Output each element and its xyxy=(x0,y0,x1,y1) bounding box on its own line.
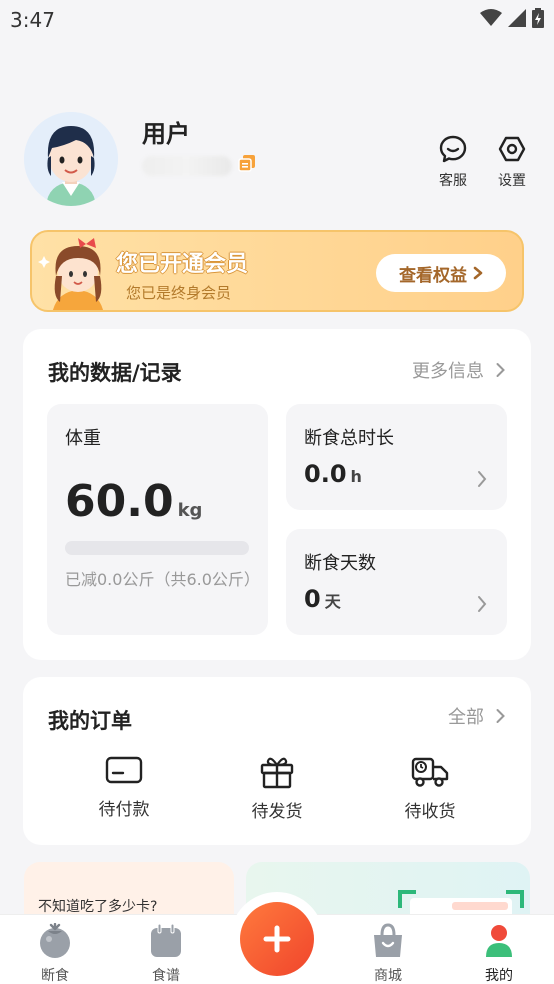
fasting-days-label: 断食天数 xyxy=(304,553,376,574)
weight-label: 体重 xyxy=(65,428,101,449)
settings-button[interactable]: 设置 xyxy=(487,134,537,190)
fasting-days-unit: 天 xyxy=(324,592,341,611)
add-button[interactable] xyxy=(240,902,314,976)
view-benefits-button[interactable]: 查看权益 xyxy=(376,254,506,292)
fasting-total-unit: h xyxy=(350,467,362,486)
tab-recipes-label: 食谱 xyxy=(152,968,180,984)
weight-tile[interactable]: 体重 60.0 kg 已减0.0公斤（共6.0公斤） xyxy=(47,404,268,635)
delivery-truck-icon xyxy=(411,757,449,787)
weight-unit: kg xyxy=(177,500,203,521)
recipe-icon xyxy=(151,923,181,957)
vip-subtitle: 您已是终身会员 xyxy=(126,284,232,302)
tab-fasting[interactable]: 断食 xyxy=(20,922,90,984)
fasting-days-value: 0天 xyxy=(304,585,341,613)
signal-icon xyxy=(508,9,526,27)
all-orders-link[interactable]: 全部 xyxy=(448,703,505,729)
fasting-total-label: 断食总时长 xyxy=(304,428,394,449)
my-data-title: 我的数据/记录 xyxy=(48,361,182,385)
user-id-blurred xyxy=(142,156,232,176)
my-orders-card: 我的订单 全部 待付款 待发货 待收货 xyxy=(23,677,531,845)
tab-shop[interactable]: 商城 xyxy=(353,923,423,984)
order-pending-shipment-label: 待发货 xyxy=(251,802,303,822)
fasting-total-tile[interactable]: 断食总时长 0.0 h xyxy=(286,404,507,510)
order-pending-receipt-label: 待收货 xyxy=(404,802,456,822)
shopping-bag-icon xyxy=(374,923,402,957)
battery-icon xyxy=(532,8,544,28)
chat-bubble-icon xyxy=(439,135,467,163)
status-icons xyxy=(480,8,544,28)
my-orders-title: 我的订单 xyxy=(48,709,132,733)
my-data-card: 我的数据/记录 更多信息 体重 60.0 kg 已减0.0公斤（共6.0公斤） 断… xyxy=(23,329,531,660)
tab-shop-label: 商城 xyxy=(374,968,402,984)
order-pending-shipment[interactable]: 待发货 xyxy=(232,753,322,822)
chevron-right-icon xyxy=(496,363,505,377)
fasting-days-tile[interactable]: 断食天数 0天 xyxy=(286,529,507,635)
chevron-right-icon xyxy=(478,471,487,487)
chevron-right-icon xyxy=(478,596,487,612)
all-orders-label: 全部 xyxy=(448,707,484,728)
calorie-question: 不知道吃了多少卡? xyxy=(38,899,158,915)
more-info-label: 更多信息 xyxy=(412,361,484,382)
status-bar: 3:47 xyxy=(0,0,554,38)
plus-icon xyxy=(263,925,291,953)
more-info-link[interactable]: 更多信息 xyxy=(412,357,505,383)
tab-mine-label: 我的 xyxy=(485,968,513,984)
tab-recipes[interactable]: 食谱 xyxy=(131,923,201,984)
status-time: 3:47 xyxy=(10,8,55,32)
settings-label: 设置 xyxy=(498,173,526,189)
customer-service-label: 客服 xyxy=(439,173,467,189)
order-pending-payment-label: 待付款 xyxy=(98,800,150,820)
customer-service-button[interactable]: 客服 xyxy=(428,134,478,190)
chevron-right-icon xyxy=(496,709,505,723)
username: 用户 xyxy=(142,120,190,148)
weight-progress-bar xyxy=(65,541,249,555)
vip-title: 您已开通会员 xyxy=(116,252,249,277)
fasting-total-value: 0.0 h xyxy=(304,460,362,488)
view-benefits-label: 查看权益 xyxy=(399,265,467,286)
weight-value: 60.0 kg xyxy=(65,476,203,527)
tomato-icon xyxy=(40,922,70,958)
avatar[interactable] xyxy=(24,112,118,206)
chevron-right-icon xyxy=(473,266,483,280)
tab-fasting-label: 断食 xyxy=(41,968,69,984)
person-icon xyxy=(486,925,512,957)
wifi-icon xyxy=(480,9,502,26)
card-icon xyxy=(105,756,143,784)
profile-header: 用户 客服 设置 xyxy=(24,112,530,208)
vip-girl-illustration xyxy=(38,238,104,310)
order-pending-receipt[interactable]: 待收货 xyxy=(385,753,475,822)
vip-banner[interactable]: 您已开通会员 您已是终身会员 查看权益 xyxy=(30,230,524,312)
weight-note: 已减0.0公斤（共6.0公斤） xyxy=(65,570,260,589)
order-pending-payment[interactable]: 待付款 xyxy=(79,753,169,820)
gift-icon xyxy=(260,757,294,789)
copy-icon[interactable] xyxy=(238,154,256,172)
tab-mine[interactable]: 我的 xyxy=(464,923,534,984)
gear-icon xyxy=(498,136,526,162)
